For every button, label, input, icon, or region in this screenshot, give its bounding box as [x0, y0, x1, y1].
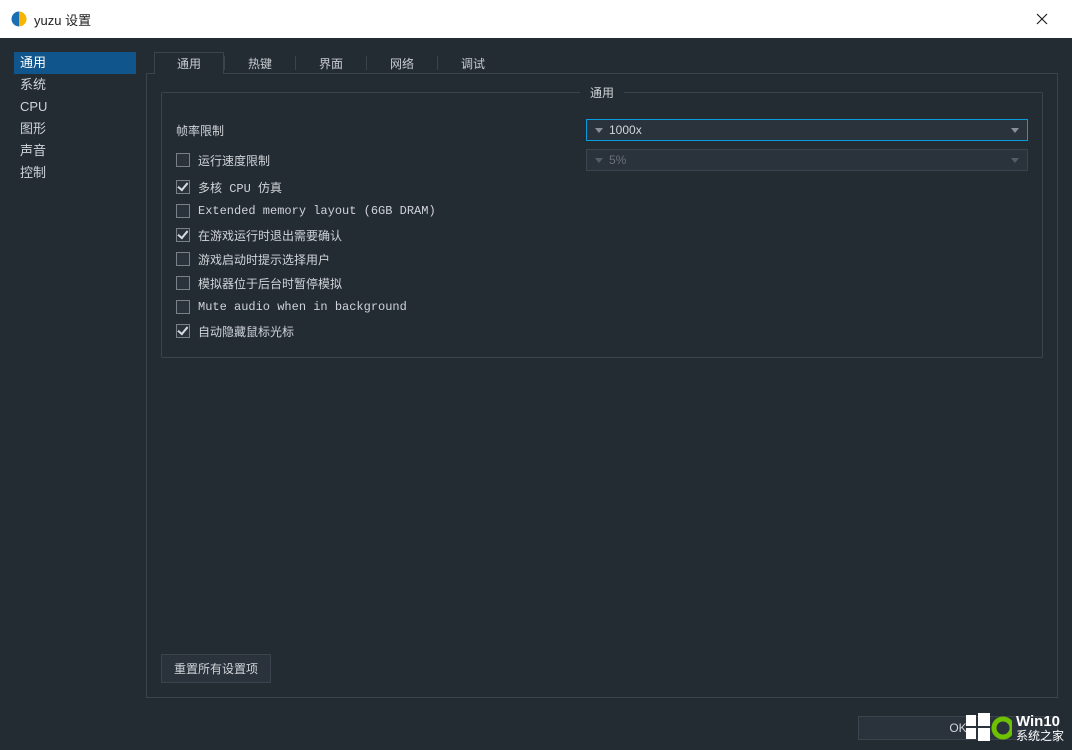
button-label: OK — [949, 721, 966, 735]
tab-label: 界面 — [319, 57, 343, 71]
sidebar-item-label: 系统 — [20, 77, 46, 92]
row-hide-cursor: 自动隐藏鼠标光标 — [176, 319, 1028, 343]
checkbox-multicore[interactable] — [176, 180, 190, 194]
chevron-down-icon — [1011, 128, 1019, 133]
dropdown-speed-limit: 5% — [586, 149, 1028, 171]
upper-layout: 通用 系统 CPU 图形 声音 控制 通用 热键 界面 网络 调试 — [0, 38, 1072, 706]
titlebar: yuzu 设置 — [0, 0, 1072, 38]
row-confirm-exit: 在游戏运行时退出需要确认 — [176, 223, 1028, 247]
tab-panel: 通用 帧率限制 1000x 运行速度限制 — [146, 73, 1058, 698]
tab-general[interactable]: 通用 — [154, 52, 224, 74]
row-extended-memory: Extended memory layout (6GB DRAM) — [176, 199, 1028, 223]
content: 通用 热键 界面 网络 调试 通用 帧率限制 1 — [146, 52, 1058, 698]
row-mute-background: Mute audio when in background — [176, 295, 1028, 319]
sidebar-item-graphics[interactable]: 图形 — [14, 118, 136, 140]
watermark-brand-bottom: 系统之家 — [1016, 730, 1064, 743]
row-prompt-user: 游戏启动时提示选择用户 — [176, 247, 1028, 271]
sidebar-item-general[interactable]: 通用 — [14, 52, 136, 74]
sidebar-item-label: CPU — [20, 99, 47, 114]
sidebar-item-label: 图形 — [20, 121, 46, 136]
win10-logo-icon — [966, 713, 1012, 743]
row-multicore: 多核 CPU 仿真 — [176, 175, 1028, 199]
tab-network[interactable]: 网络 — [367, 52, 437, 74]
close-button[interactable] — [1022, 0, 1062, 38]
checkbox-extended-memory[interactable] — [176, 204, 190, 218]
checkbox-speed-limit[interactable] — [176, 153, 190, 167]
checkbox-label: 模拟器位于后台时暂停模拟 — [198, 275, 342, 292]
row-speed-limit: 运行速度限制 5% — [176, 145, 1028, 175]
sidebar: 通用 系统 CPU 图形 声音 控制 — [14, 52, 136, 698]
tab-debug[interactable]: 调试 — [438, 52, 508, 74]
tab-hotkeys[interactable]: 热键 — [225, 52, 295, 74]
yuzu-logo-icon — [10, 10, 28, 28]
dropdown-value: 1000x — [609, 123, 1019, 137]
checkbox-label: 运行速度限制 — [198, 152, 270, 169]
dropdown-value: 5% — [609, 153, 1019, 167]
sidebar-item-audio[interactable]: 声音 — [14, 140, 136, 162]
sidebar-item-label: 控制 — [20, 165, 46, 180]
sidebar-item-system[interactable]: 系统 — [14, 74, 136, 96]
group-legend: 通用 — [580, 84, 624, 101]
client-area: 通用 系统 CPU 图形 声音 控制 通用 热键 界面 网络 调试 — [0, 38, 1072, 750]
sidebar-item-label: 声音 — [20, 143, 46, 158]
watermark: Win10 系统之家 — [966, 706, 1072, 750]
tab-label: 热键 — [248, 57, 272, 71]
sidebar-item-controls[interactable]: 控制 — [14, 162, 136, 184]
label-fps-limit: 帧率限制 — [176, 122, 586, 139]
tab-label: 网络 — [390, 57, 414, 71]
button-label: 重置所有设置项 — [174, 662, 258, 676]
checkbox-label: 游戏启动时提示选择用户 — [198, 251, 330, 268]
checkbox-hide-cursor[interactable] — [176, 324, 190, 338]
row-pause-background: 模拟器位于后台时暂停模拟 — [176, 271, 1028, 295]
checkbox-prompt-user[interactable] — [176, 252, 190, 266]
titlebar-left: yuzu 设置 — [10, 10, 91, 29]
window-title: yuzu 设置 — [34, 10, 91, 29]
tab-ui[interactable]: 界面 — [296, 52, 366, 74]
tab-label: 调试 — [461, 57, 485, 71]
checkbox-label: Mute audio when in background — [198, 300, 407, 314]
watermark-brand-top: Win10 — [1016, 714, 1064, 730]
group-general: 通用 帧率限制 1000x 运行速度限制 — [161, 92, 1043, 358]
reset-all-button[interactable]: 重置所有设置项 — [161, 654, 271, 683]
chevron-down-icon — [595, 128, 603, 133]
watermark-text: Win10 系统之家 — [1016, 714, 1064, 742]
tab-label: 通用 — [177, 57, 201, 71]
checkbox-confirm-exit[interactable] — [176, 228, 190, 242]
checkbox-mute-background[interactable] — [176, 300, 190, 314]
checkbox-pause-background[interactable] — [176, 276, 190, 290]
sidebar-item-cpu[interactable]: CPU — [14, 96, 136, 118]
checkbox-label: 自动隐藏鼠标光标 — [198, 323, 294, 340]
chevron-down-icon — [595, 158, 603, 163]
tabs: 通用 热键 界面 网络 调试 — [146, 52, 1058, 74]
sidebar-item-label: 通用 — [20, 55, 46, 70]
close-icon — [1036, 13, 1048, 25]
checkbox-label: Extended memory layout (6GB DRAM) — [198, 204, 436, 218]
dropdown-fps-limit[interactable]: 1000x — [586, 119, 1028, 141]
checkbox-label: 在游戏运行时退出需要确认 — [198, 227, 342, 244]
footer: OK — [0, 706, 1072, 750]
chevron-down-icon — [1011, 158, 1019, 163]
checkbox-label: 多核 CPU 仿真 — [198, 179, 282, 196]
row-fps-limit: 帧率限制 1000x — [176, 115, 1028, 145]
label-speed-limit-check: 运行速度限制 — [176, 148, 586, 172]
